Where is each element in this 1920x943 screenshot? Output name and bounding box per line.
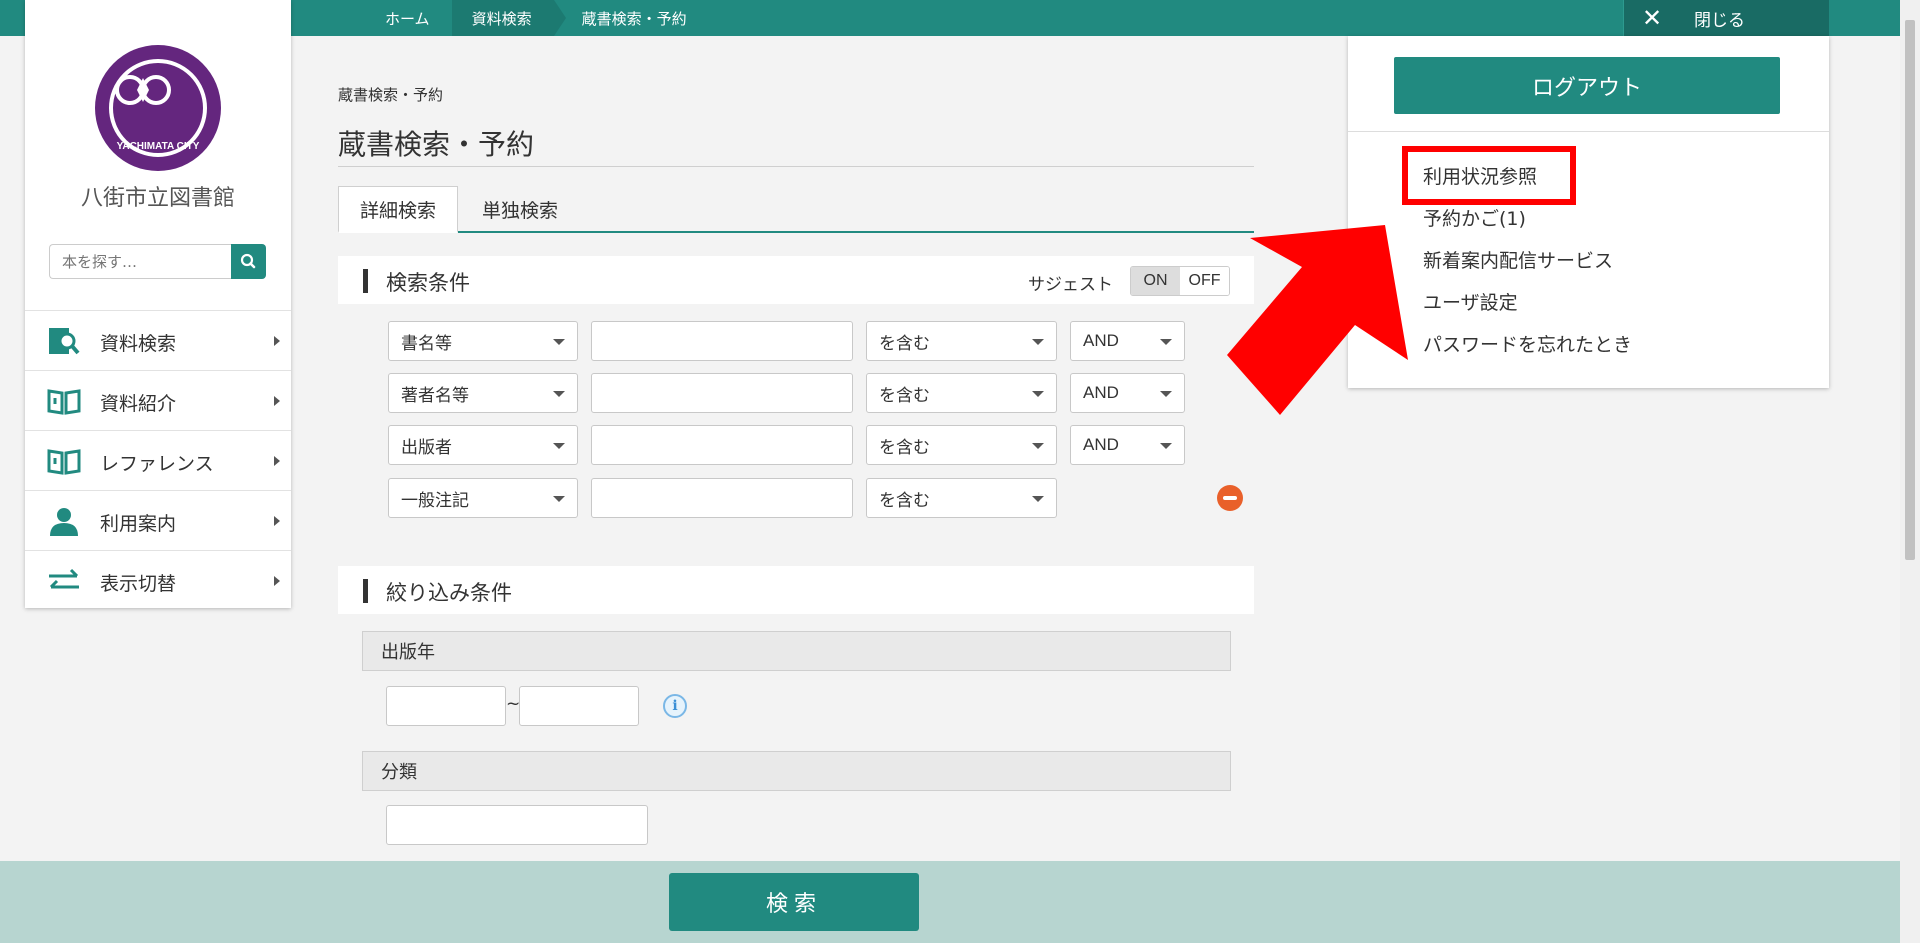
year-from-input[interactable] [386, 686, 506, 726]
chevron-right-icon [274, 576, 280, 586]
close-label: 閉じる [1694, 11, 1745, 31]
suggest-on-button[interactable]: ON [1131, 267, 1180, 295]
page-title: 蔵書検索・予約 [338, 128, 535, 161]
section-title: 検索条件 [386, 271, 470, 295]
search-book-icon [49, 328, 80, 355]
sidebar-item-guide[interactable]: 利用案内 [25, 490, 291, 550]
sidebar-nav: 資料検索 資料紹介 レファレンス 利用案内 表示切替 [25, 310, 291, 610]
menu-item-user-settings[interactable]: ユーザ設定 [1423, 288, 1518, 315]
sidebar-item-label: レファレンス [100, 453, 214, 475]
sidebar-item-search[interactable]: 資料検索 [25, 310, 291, 370]
field-select[interactable]: 著者名等 [388, 373, 578, 413]
person-icon [50, 508, 78, 536]
keyword-input[interactable] [591, 478, 853, 518]
field-select[interactable]: 一般注記 [388, 478, 578, 518]
suggest-label: サジェスト [1028, 275, 1113, 295]
scrollbar-thumb[interactable] [1905, 20, 1915, 560]
sidebar-item-display[interactable]: 表示切替 [25, 550, 291, 610]
search-icon [240, 253, 256, 269]
field-select[interactable]: 書名等 [388, 321, 578, 361]
close-icon: ✕ [1642, 4, 1663, 32]
title-divider [338, 166, 1254, 167]
match-select[interactable]: を含む [866, 425, 1057, 465]
match-select[interactable]: を含む [866, 321, 1057, 361]
classification-header: 分類 [362, 751, 1231, 791]
menu-item-forgot-password[interactable]: パスワードを忘れたとき [1423, 330, 1632, 357]
match-select[interactable]: を含む [866, 373, 1057, 413]
chevron-right-icon [274, 396, 280, 406]
city-logo: YACHIMATA CITY [95, 45, 221, 171]
page-breadcrumb: 蔵書検索・予約 [338, 86, 444, 104]
open-book-icon [47, 449, 81, 475]
keyword-input[interactable] [591, 321, 853, 361]
operator-select[interactable]: AND [1070, 321, 1185, 361]
chevron-right-icon [274, 456, 280, 466]
suggest-toggle[interactable]: ON OFF [1130, 266, 1230, 296]
breadcrumb: ホーム 資料検索 蔵書検索・予約 [365, 0, 709, 36]
close-button[interactable]: ✕ 閉じる [1623, 0, 1829, 36]
keyword-input[interactable] [591, 373, 853, 413]
filter-conditions-section: 絞り込み条件 [338, 566, 1254, 614]
field-select[interactable]: 出版者 [388, 425, 578, 465]
info-icon[interactable]: i [663, 694, 687, 718]
tab-advanced-search[interactable]: 詳細検索 [338, 186, 458, 233]
sidebar-item-label: 表示切替 [100, 573, 177, 595]
chevron-right-icon [274, 336, 280, 346]
keyword-input[interactable] [591, 425, 853, 465]
breadcrumb-search[interactable]: 資料検索 [451, 0, 566, 36]
library-name: 八街市立図書館 [80, 186, 235, 211]
suggest-off-button[interactable]: OFF [1180, 267, 1229, 295]
sidebar-search-button[interactable] [231, 244, 266, 279]
classification-input[interactable] [386, 805, 648, 845]
operator-select[interactable]: AND [1070, 425, 1185, 465]
breadcrumb-home[interactable]: ホーム [365, 0, 462, 36]
logout-button[interactable]: ログアウト [1394, 57, 1780, 114]
tab-single-search[interactable]: 単独検索 [470, 186, 570, 233]
sidebar-item-label: 資料検索 [100, 333, 177, 355]
highlight-box [1402, 146, 1576, 205]
red-arrow-icon [1227, 225, 1408, 415]
menu-item-reservation-cart[interactable]: 予約かご(1) [1423, 204, 1526, 231]
logo-mark-icon [114, 75, 172, 105]
sidebar-search-input[interactable] [49, 244, 231, 279]
breadcrumb-current: 蔵書検索・予約 [581, 9, 687, 28]
section-title: 絞り込み条件 [386, 581, 512, 605]
logo-text: YACHIMATA CITY [116, 141, 200, 152]
remove-row-icon[interactable] [1217, 485, 1243, 511]
publish-year-header: 出版年 [362, 631, 1231, 671]
search-button[interactable]: 検索 [669, 873, 919, 931]
chevron-right-icon [274, 516, 280, 526]
menu-item-new-arrivals[interactable]: 新着案内配信サービス [1423, 246, 1613, 273]
year-to-input[interactable] [519, 686, 639, 726]
sidebar-item-intro[interactable]: 資料紹介 [25, 370, 291, 430]
open-book-icon [47, 389, 81, 415]
sidebar-item-label: 資料紹介 [100, 393, 177, 415]
sidebar-item-reference[interactable]: レファレンス [25, 430, 291, 490]
search-conditions-section: 検索条件 サジェスト ON OFF [338, 256, 1254, 304]
sidebar-item-label: 利用案内 [100, 513, 177, 535]
operator-select[interactable]: AND [1070, 373, 1185, 413]
bottom-action-bar [0, 861, 1900, 943]
swap-arrows-icon [49, 568, 79, 589]
match-select[interactable]: を含む [866, 478, 1057, 518]
sidebar: YACHIMATA CITY 八街市立図書館 資料検索 資料紹介 [25, 0, 291, 608]
